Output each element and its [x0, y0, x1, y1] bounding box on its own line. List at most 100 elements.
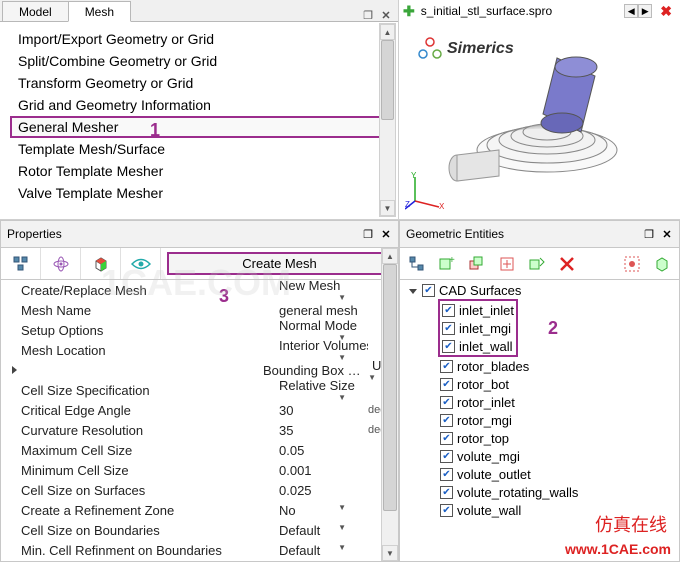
view-next-icon[interactable]: ▶: [638, 4, 652, 18]
checkbox[interactable]: ✔: [440, 396, 453, 409]
mesh-item-valve-template[interactable]: Valve Template Mesher: [10, 182, 394, 204]
property-row[interactable]: Bounding Box MarginsUniform▼: [1, 360, 398, 380]
scene-3d[interactable]: [429, 40, 670, 209]
tool-add-cube-icon[interactable]: +: [435, 252, 459, 276]
tool-import-icon[interactable]: [495, 252, 519, 276]
property-row[interactable]: Critical Edge Angle30deg: [1, 400, 398, 420]
add-view-icon[interactable]: ✚: [403, 3, 415, 20]
property-row[interactable]: Minimum Cell Size0.001: [1, 460, 398, 480]
property-value[interactable]: Default▼: [275, 543, 368, 558]
scroll-thumb[interactable]: [383, 264, 397, 511]
panel-dock-icon[interactable]: ❐: [362, 9, 374, 21]
scroll-down-icon[interactable]: ▼: [380, 200, 395, 216]
entity-label[interactable]: rotor_bot: [455, 377, 511, 392]
property-row[interactable]: Min. Cell Refinment on BoundariesDefault…: [1, 540, 398, 560]
checkbox[interactable]: ✔: [440, 468, 453, 481]
property-value[interactable]: general mesh: [275, 303, 368, 318]
tab-model[interactable]: Model: [2, 1, 69, 21]
viewport[interactable]: ✚ s_initial_stl_surface.spro ◀ ▶ ✖ Simer…: [399, 0, 680, 220]
props-close-icon[interactable]: ✕: [380, 228, 392, 240]
tool-delete-icon[interactable]: [555, 252, 579, 276]
entity-label[interactable]: volute_rotating_walls: [455, 485, 580, 500]
property-value[interactable]: Relative Size▼: [275, 378, 368, 402]
property-value[interactable]: No▼: [275, 503, 368, 518]
dropdown-icon[interactable]: ▼: [334, 353, 346, 362]
entities-root-label[interactable]: CAD Surfaces: [437, 283, 523, 298]
tool-eye-icon[interactable]: [121, 248, 161, 279]
property-value[interactable]: 30: [275, 403, 368, 418]
mesh-item-general-mesher[interactable]: General Mesher: [10, 116, 394, 138]
entity-item[interactable]: ✔inlet_mgi: [440, 319, 516, 337]
property-value[interactable]: 0.001: [275, 463, 368, 478]
entity-item[interactable]: ✔rotor_inlet: [408, 393, 677, 411]
entity-item[interactable]: ✔inlet_inlet: [440, 301, 516, 319]
entity-item[interactable]: ✔rotor_bot: [408, 375, 677, 393]
checkbox[interactable]: ✔: [440, 414, 453, 427]
entity-label[interactable]: volute_outlet: [455, 467, 533, 482]
expand-icon[interactable]: [9, 365, 19, 375]
scroll-up-icon[interactable]: ▲: [380, 24, 395, 40]
tool-atom-icon[interactable]: [41, 248, 81, 279]
tool-group-icon[interactable]: [465, 252, 489, 276]
scroll-down-icon[interactable]: ▼: [382, 545, 398, 561]
entity-label[interactable]: volute_wall: [455, 503, 523, 518]
checkbox[interactable]: ✔: [440, 360, 453, 373]
dropdown-icon[interactable]: ▼: [334, 503, 346, 512]
ent-close-icon[interactable]: ✕: [661, 228, 673, 240]
tool-isolate-icon[interactable]: [650, 252, 674, 276]
create-mesh-button[interactable]: Create Mesh: [167, 252, 392, 275]
property-value[interactable]: Interior Volumes▼: [275, 338, 368, 362]
view-close-icon[interactable]: ✖: [656, 3, 676, 20]
mesh-item-rotor-template[interactable]: Rotor Template Mesher: [10, 160, 394, 182]
property-row[interactable]: Cell Size on Surfaces0.025: [1, 480, 398, 500]
entity-item[interactable]: ✔rotor_blades: [408, 357, 677, 375]
tool-tree-icon[interactable]: [1, 248, 41, 279]
property-row[interactable]: Mesh Namegeneral mesh: [1, 300, 398, 320]
mesh-item-split-combine[interactable]: Split/Combine Geometry or Grid: [10, 50, 394, 72]
property-value[interactable]: 0.025: [275, 483, 368, 498]
entity-label[interactable]: rotor_mgi: [455, 413, 514, 428]
mesh-item-transform[interactable]: Transform Geometry or Grid: [10, 72, 394, 94]
properties-scrollbar[interactable]: ▲ ▼: [381, 248, 398, 561]
entity-label[interactable]: rotor_inlet: [455, 395, 517, 410]
entities-root[interactable]: ✔ CAD Surfaces: [408, 282, 677, 299]
entity-label[interactable]: rotor_blades: [455, 359, 531, 374]
entity-item[interactable]: ✔volute_outlet: [408, 465, 677, 483]
checkbox[interactable]: ✔: [422, 284, 435, 297]
property-row[interactable]: Create/Replace MeshNew Mesh▼: [1, 280, 398, 300]
tool-import2-icon[interactable]: [525, 252, 549, 276]
panel-close-icon[interactable]: ✕: [380, 9, 392, 21]
tool-tree2-icon[interactable]: [405, 252, 429, 276]
entity-item[interactable]: ✔inlet_wall: [440, 337, 516, 355]
entity-item[interactable]: ✔rotor_mgi: [408, 411, 677, 429]
scroll-up-icon[interactable]: ▲: [382, 248, 398, 264]
property-row[interactable]: Maximum Cell Size0.05: [1, 440, 398, 460]
property-row[interactable]: Create a Refinement ZoneNo▼: [1, 500, 398, 520]
dropdown-icon[interactable]: ▼: [334, 543, 346, 552]
property-row[interactable]: Cell Size on BoundariesDefault▼: [1, 520, 398, 540]
property-value[interactable]: 35: [275, 423, 368, 438]
collapse-icon[interactable]: [408, 286, 418, 296]
mesh-scrollbar[interactable]: ▲ ▼: [379, 23, 396, 217]
property-row[interactable]: Curvature Resolution35deg: [1, 420, 398, 440]
property-value[interactable]: New Mesh▼: [275, 280, 368, 302]
entity-label[interactable]: rotor_top: [455, 431, 511, 446]
checkbox[interactable]: ✔: [442, 322, 455, 335]
scroll-thumb[interactable]: [381, 40, 394, 120]
checkbox[interactable]: ✔: [442, 340, 455, 353]
entity-label[interactable]: volute_mgi: [455, 449, 522, 464]
tool-cube-icon[interactable]: [81, 248, 121, 279]
dropdown-icon[interactable]: ▼: [368, 373, 376, 382]
viewport-file-title[interactable]: s_initial_stl_surface.spro: [419, 4, 621, 18]
tab-mesh[interactable]: Mesh: [68, 1, 131, 22]
checkbox[interactable]: ✔: [440, 378, 453, 391]
checkbox[interactable]: ✔: [440, 450, 453, 463]
ent-dock-icon[interactable]: ❐: [643, 228, 655, 240]
tool-fit-icon[interactable]: [620, 252, 644, 276]
checkbox[interactable]: ✔: [442, 304, 455, 317]
dropdown-icon[interactable]: ▼: [334, 523, 346, 532]
entity-item[interactable]: ✔rotor_top: [408, 429, 677, 447]
property-value[interactable]: Default▼: [275, 523, 368, 538]
props-dock-icon[interactable]: ❐: [362, 228, 374, 240]
entity-item[interactable]: ✔volute_mgi: [408, 447, 677, 465]
